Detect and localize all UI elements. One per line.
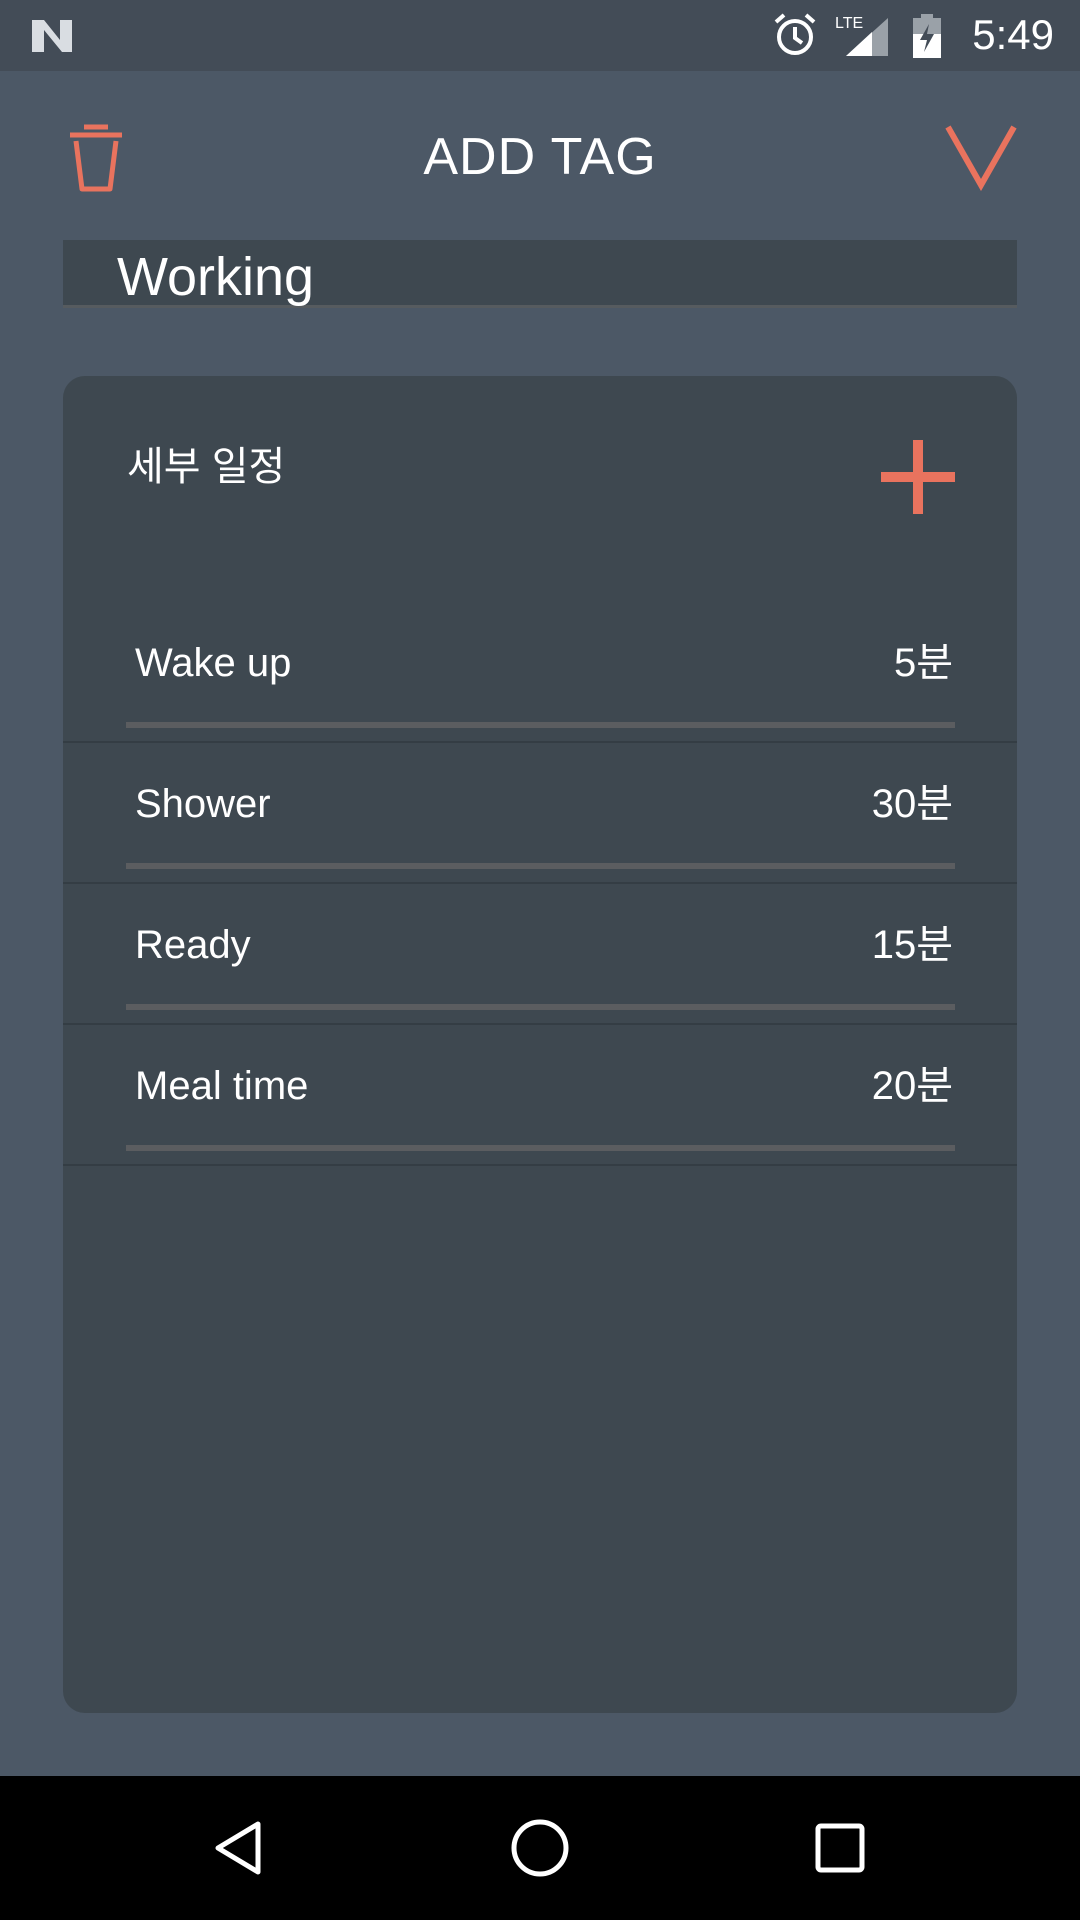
app-header: ADD TAG — [0, 71, 1080, 241]
tag-name-value: Working — [117, 247, 315, 307]
schedule-card: 세부 일정 Wake up 5분 Shower 30분 Ready 15분 Me… — [63, 376, 1017, 1713]
status-bar: LTE 5:49 — [0, 0, 1080, 71]
item-label[interactable]: Wake up — [135, 638, 291, 688]
home-circle-icon[interactable] — [510, 1818, 570, 1878]
plus-icon[interactable] — [879, 438, 957, 516]
item-underline — [126, 722, 955, 728]
list-item[interactable]: Meal time 20분 — [63, 1025, 1017, 1166]
status-clock: 5:49 — [972, 11, 1054, 58]
alarm-icon — [774, 13, 816, 55]
list-item[interactable]: Ready 15분 — [63, 884, 1017, 1025]
list-item[interactable]: Wake up 5분 — [63, 602, 1017, 743]
page-title: ADD TAG — [423, 128, 657, 186]
back-triangle-icon[interactable] — [210, 1818, 270, 1878]
check-v-icon[interactable] — [944, 121, 1018, 191]
schedule-title: 세부 일정 — [127, 445, 286, 489]
item-underline — [126, 1004, 955, 1010]
item-label[interactable]: Meal time — [135, 1061, 308, 1111]
svg-text:LTE: LTE — [835, 15, 863, 32]
tag-name-field[interactable]: Working — [63, 240, 1017, 308]
item-duration[interactable]: 15분 — [872, 920, 953, 970]
item-duration[interactable]: 30분 — [872, 779, 953, 829]
item-duration[interactable]: 20분 — [872, 1061, 953, 1111]
item-label[interactable]: Ready — [135, 920, 251, 970]
lte-signal-icon: LTE — [835, 15, 888, 56]
item-duration[interactable]: 5분 — [894, 638, 953, 688]
battery-charging-icon — [913, 14, 941, 58]
n-logo-icon — [32, 20, 72, 52]
item-underline — [126, 863, 955, 869]
list-item[interactable]: Shower 30분 — [63, 743, 1017, 884]
navigation-bar — [0, 1776, 1080, 1920]
recents-square-icon[interactable] — [810, 1818, 870, 1878]
schedule-list: Wake up 5분 Shower 30분 Ready 15분 Meal tim… — [63, 602, 1017, 1166]
item-underline — [126, 1145, 955, 1151]
item-label[interactable]: Shower — [135, 779, 271, 829]
